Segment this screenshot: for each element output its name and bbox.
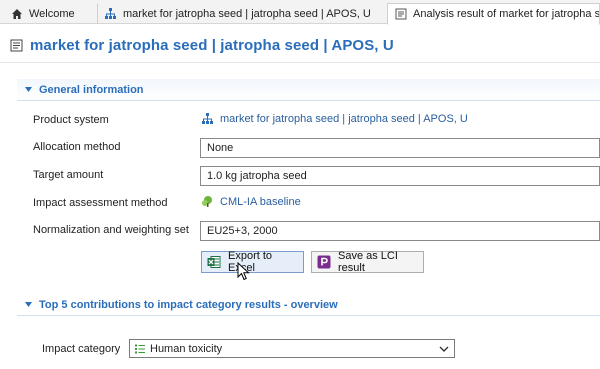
expand-toggle-icon[interactable] bbox=[23, 300, 33, 310]
result-editor-icon bbox=[10, 39, 23, 52]
analysis-result-icon bbox=[394, 8, 407, 21]
product-system-icon bbox=[104, 7, 117, 20]
mouse-cursor-icon bbox=[237, 262, 250, 281]
editor-title: market for jatropha seed | jatropha seed… bbox=[10, 35, 394, 55]
target-amount-value: 1.0 kg jatropha seed bbox=[207, 170, 307, 182]
impact-category-icon bbox=[134, 343, 146, 355]
impact-method-icon bbox=[201, 195, 214, 208]
normalization-weighting-label: Normalization and weighting set bbox=[33, 224, 189, 236]
export-to-excel-button[interactable]: Export to Excel bbox=[201, 250, 304, 274]
lci-result-icon bbox=[317, 255, 331, 269]
target-amount-field[interactable]: 1.0 kg jatropha seed bbox=[200, 166, 600, 186]
general-information-section-header[interactable]: General information bbox=[17, 79, 600, 101]
allocation-method-value: None bbox=[207, 142, 234, 154]
target-amount-label: Target amount bbox=[33, 169, 104, 181]
section-title: Top 5 contributions to impact category r… bbox=[39, 298, 338, 311]
product-system-value: market for jatropha seed | jatropha seed… bbox=[220, 112, 468, 125]
save-as-lci-result-label: Save as LCI result bbox=[338, 250, 398, 274]
normalization-weighting-value: EU25+3, 2000 bbox=[207, 225, 278, 237]
tab-label: market for jatropha seed | jatropha seed… bbox=[123, 7, 371, 20]
section-title: General information bbox=[39, 83, 144, 96]
impact-assessment-method-label: Impact assessment method bbox=[33, 197, 168, 209]
home-icon bbox=[10, 7, 23, 20]
product-system-link[interactable]: market for jatropha seed | jatropha seed… bbox=[201, 112, 468, 125]
tab-label: Analysis result of market for jatropha s… bbox=[413, 8, 600, 20]
excel-icon bbox=[207, 255, 221, 269]
impact-assessment-method-link[interactable]: CML-IA baseline bbox=[201, 195, 301, 208]
impact-category-label: Impact category bbox=[42, 343, 121, 355]
top-contributions-section-header[interactable]: Top 5 contributions to impact category r… bbox=[17, 294, 600, 316]
editor-content bbox=[0, 62, 600, 369]
allocation-method-label: Allocation method bbox=[33, 141, 121, 153]
expand-toggle-icon[interactable] bbox=[23, 85, 33, 95]
save-as-lci-result-button[interactable]: Save as LCI result bbox=[311, 250, 424, 274]
editor-tab-strip: Welcome market for jatropha seed | jatro… bbox=[0, 0, 600, 25]
normalization-weighting-field[interactable]: EU25+3, 2000 bbox=[200, 221, 600, 241]
allocation-method-field[interactable]: None bbox=[200, 138, 600, 158]
product-system-icon bbox=[201, 112, 214, 125]
impact-category-value: Human toxicity bbox=[150, 342, 223, 355]
product-system-label: Product system bbox=[33, 114, 109, 126]
tab-welcome[interactable]: Welcome bbox=[3, 3, 97, 24]
page-title: market for jatropha seed | jatropha seed… bbox=[30, 36, 394, 54]
tab-product-system[interactable]: market for jatropha seed | jatropha seed… bbox=[97, 3, 387, 24]
impact-assessment-method-value: CML-IA baseline bbox=[220, 195, 301, 208]
chevron-down-icon[interactable] bbox=[438, 343, 450, 355]
tab-analysis-result[interactable]: Analysis result of market for jatropha s… bbox=[387, 3, 600, 25]
tab-label: Welcome bbox=[29, 7, 75, 20]
impact-category-select[interactable]: Human toxicity bbox=[129, 339, 455, 358]
